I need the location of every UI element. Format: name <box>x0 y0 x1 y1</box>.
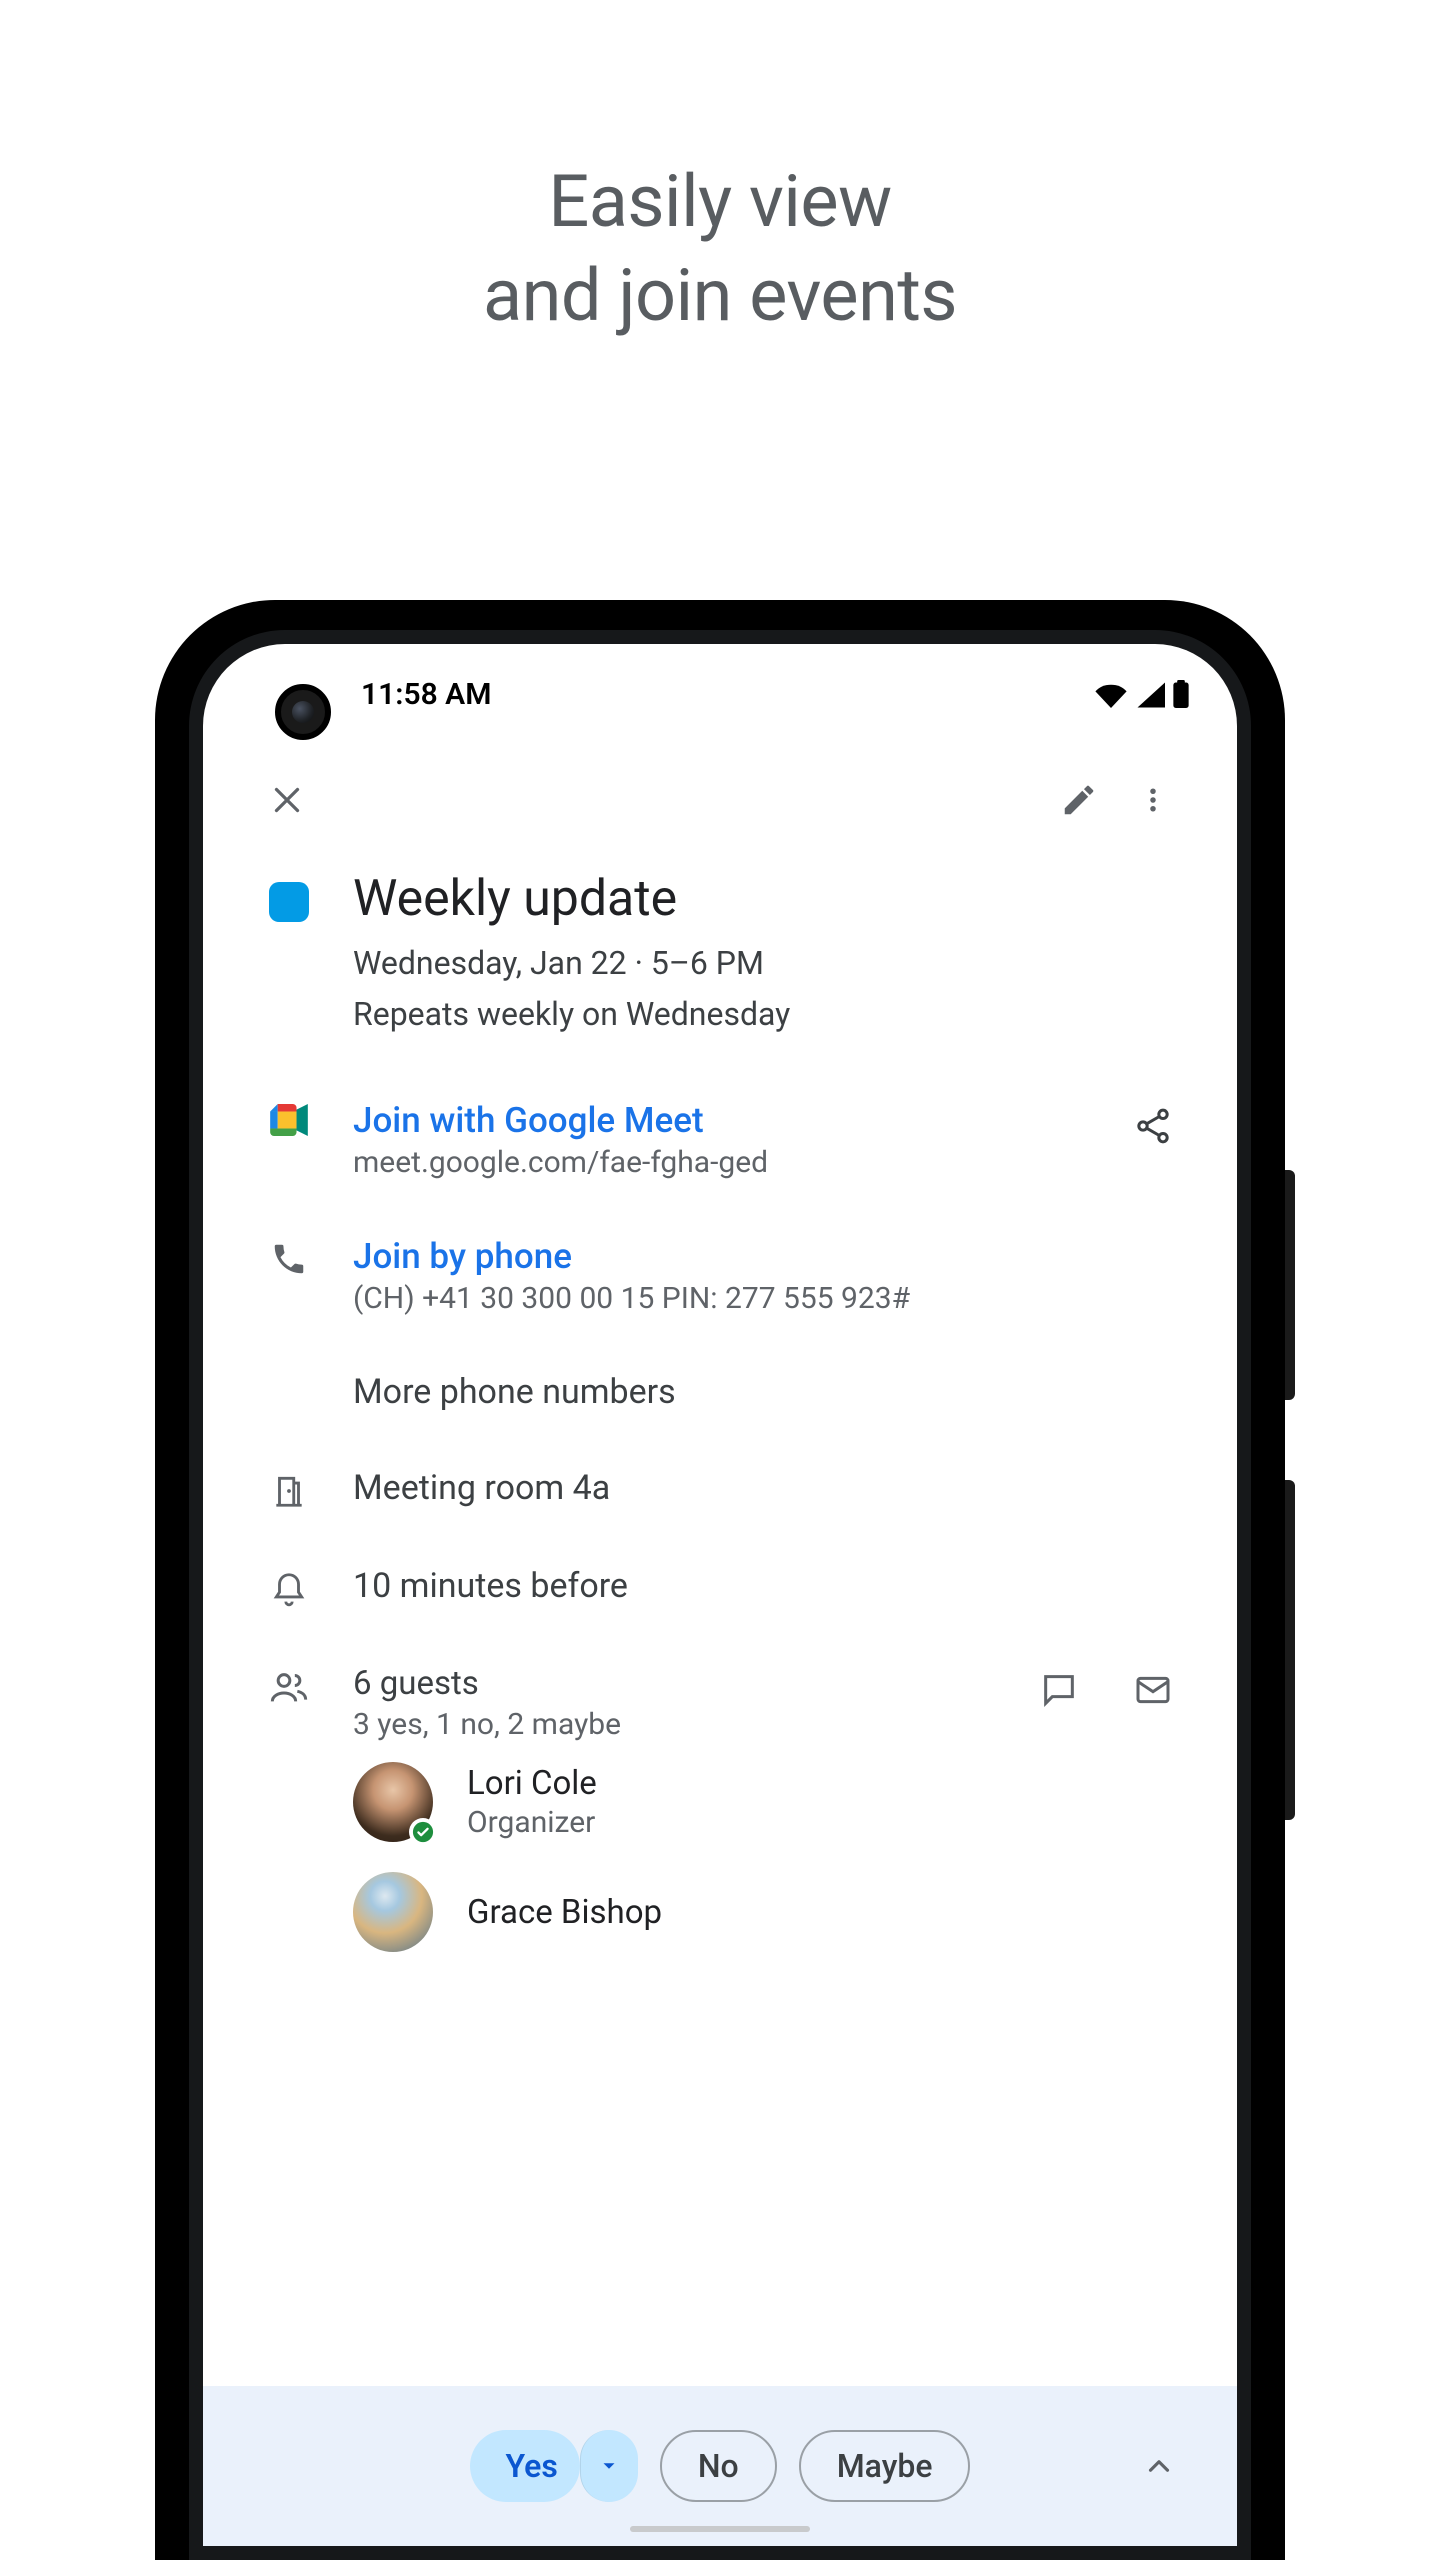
join-meet-link[interactable]: Join with Google Meet <box>353 1100 1091 1141</box>
close-icon <box>269 782 305 818</box>
email-guests-button[interactable] <box>1131 1668 1175 1712</box>
rsvp-yes-label: Yes <box>506 2447 558 2485</box>
guest-item[interactable]: Grace Bishop <box>353 1872 1175 1952</box>
location-text[interactable]: Meeting room 4a <box>353 1468 1175 1508</box>
phone-icon <box>270 1240 308 1278</box>
event-recurrence: Repeats weekly on Wednesday <box>353 989 1175 1040</box>
event-detail: Weekly update Wednesday, Jan 22 · 5–6 PM… <box>203 852 1237 1952</box>
rsvp-no-button[interactable]: No <box>660 2430 777 2502</box>
close-button[interactable] <box>265 778 309 822</box>
rsvp-bar: Yes No Maybe <box>203 2386 1237 2546</box>
home-indicator <box>630 2526 810 2532</box>
promo-line-2: and join events <box>0 249 1440 343</box>
guest-name: Grace Bishop <box>467 1893 662 1932</box>
rsvp-collapse-button[interactable] <box>1137 2444 1181 2488</box>
rsvp-maybe-button[interactable]: Maybe <box>799 2430 971 2502</box>
guests-summary[interactable]: 6 guests <box>353 1664 997 1703</box>
phone-detail: (CH) +41 30 300 00 15 PIN: 277 555 923# <box>353 1281 1175 1316</box>
guest-list: Lori Cole Organizer Grace Bishop <box>265 1762 1175 1952</box>
rsvp-maybe-label: Maybe <box>837 2447 933 2485</box>
promo-line-1: Easily view <box>0 155 1440 249</box>
guest-item[interactable]: Lori Cole Organizer <box>353 1762 1175 1842</box>
check-icon <box>412 1821 434 1843</box>
bell-icon <box>270 1570 308 1608</box>
more-phone-numbers-link[interactable]: More phone numbers <box>353 1372 676 1412</box>
guest-role: Organizer <box>467 1805 597 1840</box>
wifi-icon <box>1095 682 1127 708</box>
reminder-text[interactable]: 10 minutes before <box>353 1566 1175 1606</box>
share-icon <box>1133 1106 1173 1146</box>
signal-icon <box>1135 682 1165 708</box>
people-icon <box>269 1668 309 1708</box>
camera-hole <box>275 684 331 740</box>
chat-icon <box>1039 1670 1079 1710</box>
event-datetime: Wednesday, Jan 22 · 5–6 PM <box>353 938 1175 989</box>
rsvp-accepted-badge <box>409 1818 437 1846</box>
guests-breakdown: 3 yes, 1 no, 2 maybe <box>353 1707 997 1742</box>
meet-url: meet.google.com/fae-fgha-ged <box>353 1145 1091 1180</box>
share-button[interactable] <box>1131 1104 1175 1148</box>
google-meet-icon <box>269 1104 309 1136</box>
event-title: Weekly update <box>353 870 1175 938</box>
chevron-up-icon <box>1142 2449 1176 2483</box>
more-button[interactable] <box>1131 778 1175 822</box>
rsvp-yes-button[interactable]: Yes <box>470 2430 580 2502</box>
status-bar: 11:58 AM <box>203 644 1237 744</box>
phone-mockup: 11:58 AM <box>155 600 1285 2560</box>
guest-name: Lori Cole <box>467 1764 597 1803</box>
rsvp-yes-options-button[interactable] <box>580 2430 638 2502</box>
more-vert-icon <box>1138 781 1168 819</box>
battery-icon <box>1173 680 1189 708</box>
edit-button[interactable] <box>1057 778 1101 822</box>
toolbar <box>203 744 1237 852</box>
status-time: 11:58 AM <box>361 677 491 712</box>
chat-guests-button[interactable] <box>1037 1668 1081 1712</box>
avatar <box>353 1872 433 1952</box>
event-color-swatch <box>269 882 309 922</box>
join-phone-link[interactable]: Join by phone <box>353 1236 1175 1277</box>
room-icon <box>270 1472 308 1510</box>
chevron-down-icon <box>598 2455 620 2477</box>
pencil-icon <box>1060 781 1098 819</box>
mail-icon <box>1132 1670 1174 1710</box>
rsvp-no-label: No <box>698 2447 739 2485</box>
promo-heading: Easily view and join events <box>0 0 1440 342</box>
